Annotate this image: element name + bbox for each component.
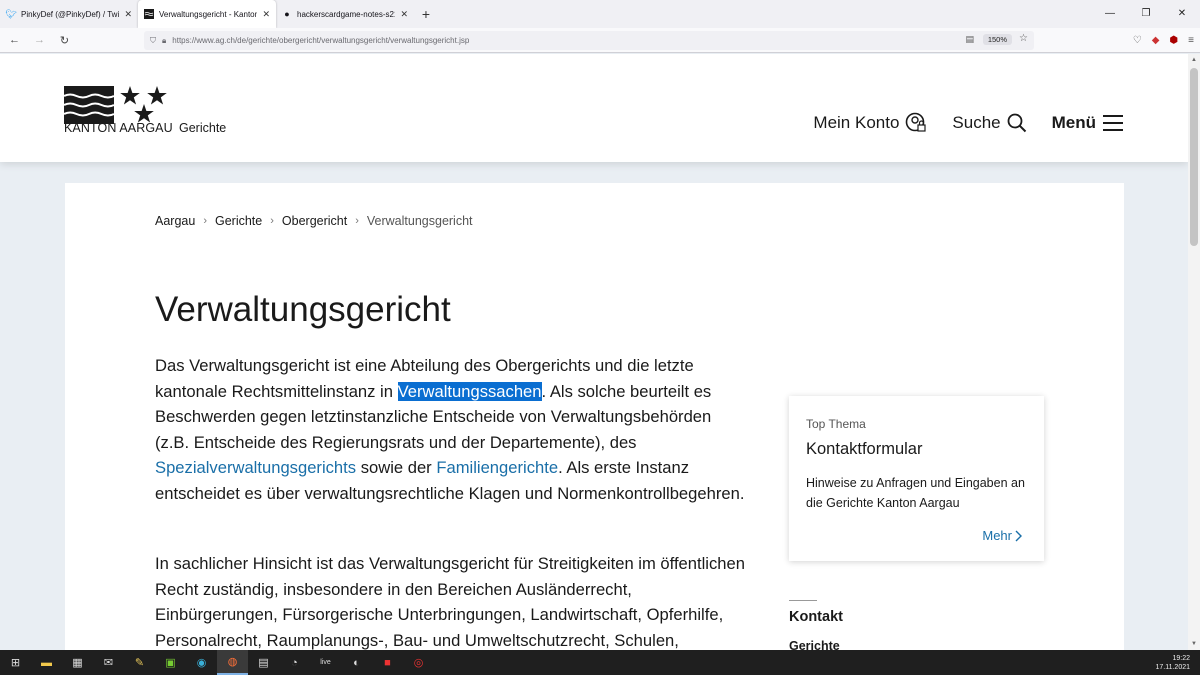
selected-text: Verwaltungssachen xyxy=(397,381,542,401)
twitter-icon: 🐦︎ xyxy=(5,8,17,19)
breadcrumb-current: Verwaltungsgericht xyxy=(366,214,473,228)
menu-button[interactable]: Menü xyxy=(1052,113,1124,133)
chat-icon[interactable]: ◔ xyxy=(279,650,310,675)
zoom-level[interactable]: 150% xyxy=(982,34,1012,45)
page-scrollbar[interactable]: ▲ ▼ xyxy=(1188,54,1200,650)
tab-twitter[interactable]: 🐦︎ PinkyDef (@PinkyDef) / Twitter ✕ xyxy=(0,0,138,28)
chevron-right-icon: › xyxy=(203,215,207,227)
url-text[interactable]: https://www.ag.ch/de/gerichte/obergerich… xyxy=(172,36,469,45)
mail-icon[interactable]: ✉ xyxy=(93,650,124,675)
link-familiengerichte[interactable]: Familiengerichte xyxy=(436,458,558,477)
toolbar-extensions: ♡ ◆ ⬢ ≡ xyxy=(1133,28,1194,53)
pen-icon[interactable]: ✎ xyxy=(124,650,155,675)
top-thema-card: Top Thema Kontaktformular Hinweise zu An… xyxy=(789,396,1044,561)
search-link[interactable]: Suche xyxy=(952,113,1026,133)
close-icon[interactable]: ✕ xyxy=(262,9,270,20)
app-icon-2[interactable]: ◎ xyxy=(403,650,434,675)
card-title[interactable]: Kontaktformular xyxy=(806,440,922,459)
github-desktop-icon[interactable]: ◐ xyxy=(341,650,372,675)
close-window-icon[interactable]: ✕ xyxy=(1164,0,1200,28)
back-icon[interactable]: ← xyxy=(2,34,27,46)
close-icon[interactable]: ✕ xyxy=(400,9,408,20)
browser-tabbar: 🐦︎ PinkyDef (@PinkyDef) / Twitter ✕ Verw… xyxy=(0,0,1200,28)
card-kicker: Top Thema xyxy=(806,417,866,431)
header-nav: Mein Konto Suche Menü xyxy=(813,112,1124,134)
breadcrumb: Aargau › Gerichte › Obergericht › Verwal… xyxy=(155,214,473,228)
search-icon xyxy=(1007,113,1026,133)
main-content: Aargau › Gerichte › Obergericht › Verwal… xyxy=(65,183,1124,650)
extension-icon[interactable]: ◆ xyxy=(1152,35,1160,46)
window-controls: — ❐ ✕ xyxy=(1092,0,1200,28)
new-tab-button[interactable]: + xyxy=(414,6,438,22)
scroll-up-icon[interactable]: ▲ xyxy=(1188,54,1200,66)
chevron-right-icon xyxy=(1015,530,1022,541)
divider xyxy=(789,600,817,601)
page-viewport: KANTON AARGAU Gerichte Mein Konto Suche … xyxy=(0,54,1188,650)
hamburger-menu-icon[interactable]: ≡ xyxy=(1188,35,1194,46)
shield-icon[interactable]: ⛉ xyxy=(150,36,156,46)
tab-verwaltungsgericht[interactable]: Verwaltungsgericht - Kanton Aargau ✕ xyxy=(138,0,276,28)
card-text: Hinweise zu Anfragen und Eingaben an die… xyxy=(806,476,1025,510)
chevron-right-icon: › xyxy=(270,215,274,227)
contact-heading: Kontakt xyxy=(789,609,843,625)
account-link[interactable]: Mein Konto xyxy=(813,112,927,134)
page-title: Verwaltungsgericht xyxy=(155,290,451,329)
minimize-icon[interactable]: — xyxy=(1092,0,1128,28)
intro-paragraph: Das Verwaltungsgericht ist eine Abteilun… xyxy=(155,356,745,503)
firefox-icon[interactable]: ◍ xyxy=(217,650,248,675)
close-icon[interactable]: ✕ xyxy=(124,9,132,20)
ublock-icon[interactable]: ⬢ xyxy=(1169,35,1178,46)
tab-github[interactable]: ● hackerscardgame-notes-s21m… ✕ xyxy=(276,0,414,28)
bookmark-star-icon[interactable]: ☆ xyxy=(1019,33,1028,44)
breadcrumb-obergericht[interactable]: Obergericht xyxy=(282,214,347,228)
app-icon[interactable]: ▤ xyxy=(248,650,279,675)
reader-mode-icon[interactable]: ▤ xyxy=(965,34,974,45)
chevron-right-icon: › xyxy=(355,215,359,227)
restore-icon[interactable]: ❐ xyxy=(1128,0,1164,28)
logo-subtitle[interactable]: Gerichte xyxy=(179,121,226,135)
breadcrumb-gerichte[interactable]: Gerichte xyxy=(215,214,262,228)
breadcrumb-aargau[interactable]: Aargau xyxy=(155,214,195,228)
logo-text[interactable]: KANTON AARGAU xyxy=(64,121,173,135)
lock-icon[interactable]: 🔒︎ xyxy=(162,36,166,46)
scroll-down-icon[interactable]: ▼ xyxy=(1188,638,1200,650)
windows-start-icon[interactable]: ⊞ xyxy=(0,650,31,675)
reload-icon[interactable]: ↻ xyxy=(52,34,77,47)
file-explorer-icon[interactable]: ▬ xyxy=(31,650,62,675)
account-icon xyxy=(906,112,927,132)
contact-subheading: Gerichte xyxy=(789,639,840,650)
site-header: KANTON AARGAU Gerichte Mein Konto Suche … xyxy=(0,54,1188,162)
menu-icon xyxy=(1103,115,1123,131)
card-more-link[interactable]: Mehr xyxy=(982,528,1022,543)
address-bar[interactable]: ⛉ 🔒︎ https://www.ag.ch/de/gerichte/oberg… xyxy=(144,31,1034,50)
system-tray-clock[interactable]: 19:22 17.11.2021 xyxy=(1155,650,1190,675)
github-icon: ● xyxy=(284,9,290,19)
scope-paragraph: In sachlicher Hinsicht ist das Verwaltun… xyxy=(155,554,745,650)
edge-icon[interactable]: ◉ xyxy=(186,650,217,675)
terminal-icon[interactable]: ▣ xyxy=(155,650,186,675)
forward-icon[interactable]: → xyxy=(27,34,52,46)
store-icon[interactable]: ▦ xyxy=(62,650,93,675)
live-icon[interactable]: live xyxy=(310,650,341,675)
link-spezialverwaltungsgericht[interactable]: Spezialverwaltungsgerichts xyxy=(155,458,356,477)
scrollbar-thumb[interactable] xyxy=(1190,68,1198,246)
pocket-icon[interactable]: ♡ xyxy=(1133,35,1142,46)
aargau-icon xyxy=(144,9,154,19)
windows-taskbar: ⊞ ▬ ▦ ✉ ✎ ▣ ◉ ◍ ▤ ◔ live ◐ ■ ◎ 19:22 17.… xyxy=(0,650,1200,675)
notes-icon[interactable]: ■ xyxy=(372,650,403,675)
